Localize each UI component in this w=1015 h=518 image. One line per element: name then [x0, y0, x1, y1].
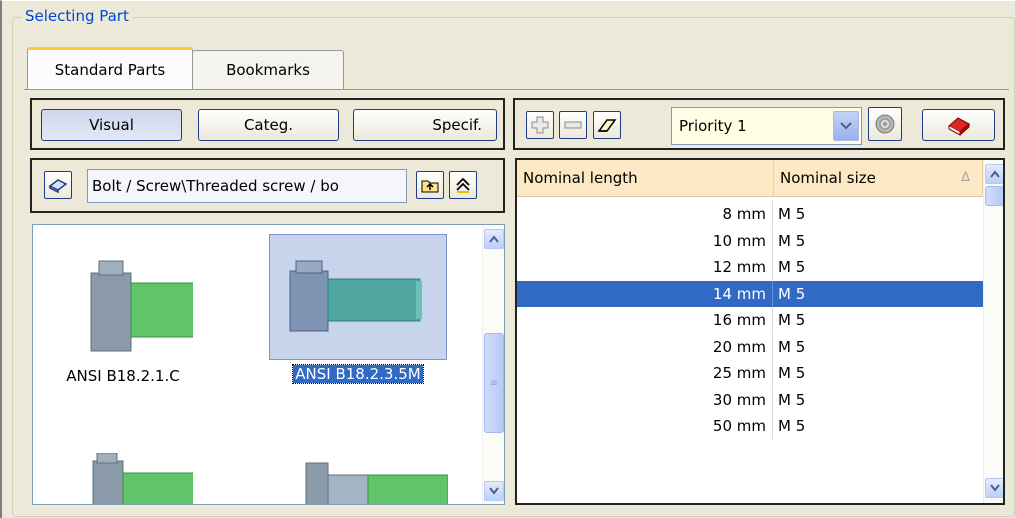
- priority-select[interactable]: Priority 1: [671, 107, 862, 145]
- specif-button[interactable]: Specif.: [353, 109, 497, 141]
- nominal-size-cell: M 5: [778, 417, 806, 435]
- nominal-length-cell: 50 mm: [517, 413, 773, 439]
- target-button[interactable]: [868, 107, 902, 141]
- parts-scrollbar[interactable]: ≡: [482, 225, 504, 504]
- table-scrollbar[interactable]: [983, 160, 1003, 503]
- nominal-size-cell: M 5: [778, 205, 806, 223]
- view-mode-panel: Visual Categ. Specif.: [30, 98, 505, 150]
- target-icon: [875, 114, 895, 134]
- nominal-size-cell: M 5: [778, 364, 806, 382]
- nominal-length-cell: 12 mm: [517, 254, 773, 280]
- folder-up-button[interactable]: [416, 171, 444, 199]
- nominal-length-cell: 16 mm: [517, 307, 773, 333]
- sort-ascending-icon: ∆: [961, 170, 970, 185]
- table-row[interactable]: 16 mm M 5: [517, 307, 983, 333]
- hex-bolt-icon: [90, 260, 226, 352]
- table-row[interactable]: 30 mm M 5: [517, 386, 983, 413]
- nominal-size-cell: M 5: [778, 231, 806, 250]
- nominal-length-cell: 20 mm: [517, 333, 773, 360]
- nominal-length-cell: 30 mm: [517, 386, 773, 413]
- dropdown-arrow-icon: [840, 122, 852, 130]
- eraser-button[interactable]: [593, 111, 621, 139]
- part-label: ANSI B18.2.3.5M: [292, 364, 424, 384]
- tab-standard-parts[interactable]: Standard Parts: [27, 47, 193, 89]
- selected-part-thumbnail: [269, 234, 447, 360]
- catalog-button[interactable]: [44, 171, 72, 199]
- folder-up-icon: [421, 180, 439, 193]
- scroll-down-button[interactable]: [985, 478, 1003, 498]
- table-header: Nominal length Nominal size ∆: [517, 160, 983, 197]
- part-item-3[interactable]: [33, 452, 234, 504]
- visual-button[interactable]: Visual: [41, 109, 182, 141]
- scroll-down-button[interactable]: [484, 481, 504, 501]
- remove-icon: [564, 121, 582, 129]
- group-title: Selecting Part: [22, 7, 132, 25]
- priority-value: Priority 1: [679, 117, 747, 135]
- table-row[interactable]: 50 mm M 5: [517, 413, 983, 439]
- hex-bolt-icon: [289, 260, 422, 332]
- tab-divider: [24, 89, 1009, 90]
- part-item-ansi-b18-2-1-c[interactable]: ANSI B18.2.1.C: [33, 237, 226, 385]
- collapse-all-button[interactable]: [449, 171, 477, 199]
- chevron-up-icon: [990, 170, 1000, 178]
- chevron-up-icon: [489, 235, 499, 243]
- nominal-length-cell: 25 mm: [517, 360, 773, 386]
- scroll-thumb[interactable]: [985, 186, 1003, 206]
- selecting-part-window: Selecting Part Standard Parts Bookmarks …: [0, 0, 1015, 518]
- nominal-length-cell: 10 mm: [517, 227, 773, 254]
- column-header-nominal-size[interactable]: Nominal size ∆: [774, 160, 983, 196]
- chevron-down-icon: [489, 487, 499, 495]
- part-item-4[interactable]: [278, 457, 458, 504]
- hex-bolt-icon: [305, 462, 449, 504]
- parts-icon-view[interactable]: ANSI B18.2.1.C ANSI B18.2.3.5M ≡: [32, 224, 505, 505]
- table-row[interactable]: 25 mm M 5: [517, 360, 983, 386]
- table-row[interactable]: 14 mm M 5: [517, 280, 983, 307]
- double-chevron-up-icon: [456, 177, 470, 193]
- nominal-length-cell: 8 mm: [517, 201, 773, 227]
- chevron-down-icon: [990, 484, 1000, 492]
- scroll-up-button[interactable]: [985, 164, 1003, 184]
- specification-table[interactable]: Nominal length Nominal size ∆ 8 mm M 5 10 …: [515, 158, 1005, 505]
- part-item-ansi-b18-2-3-5m[interactable]: ANSI B18.2.3.5M: [268, 234, 448, 384]
- eraser-icon: [597, 119, 617, 132]
- table-row[interactable]: 20 mm M 5: [517, 333, 983, 360]
- add-icon: [531, 116, 549, 134]
- add-button[interactable]: [526, 111, 554, 139]
- remove-button[interactable]: [559, 111, 587, 139]
- hex-bolt-icon: [92, 452, 234, 504]
- categ-button[interactable]: Categ.: [198, 109, 339, 141]
- bookmark-button[interactable]: [922, 109, 995, 141]
- table-row[interactable]: 12 mm M 5: [517, 254, 983, 280]
- priority-dropdown-button[interactable]: [833, 111, 859, 141]
- tab-bookmarks[interactable]: Bookmarks: [192, 50, 344, 89]
- column-header-label: Nominal size: [780, 169, 876, 187]
- nominal-size-cell: M 5: [778, 284, 806, 303]
- nominal-length-cell: 14 mm: [517, 280, 773, 307]
- nominal-size-cell: M 5: [778, 258, 806, 276]
- nominal-size-cell: M 5: [778, 337, 806, 356]
- scroll-thumb[interactable]: ≡: [484, 333, 504, 433]
- table-row[interactable]: 10 mm M 5: [517, 227, 983, 254]
- nominal-size-cell: M 5: [778, 311, 806, 329]
- category-path-field[interactable]: Bolt / Screw\Threaded screw / bo: [87, 169, 407, 203]
- catalog-icon: [48, 179, 68, 194]
- table-row[interactable]: 8 mm M 5: [517, 201, 983, 227]
- book-icon: [947, 117, 970, 136]
- scroll-up-button[interactable]: [484, 229, 504, 249]
- nominal-size-cell: M 5: [778, 390, 806, 409]
- part-label: ANSI B18.2.1.C: [66, 367, 180, 385]
- column-header-nominal-length[interactable]: Nominal length: [517, 160, 774, 196]
